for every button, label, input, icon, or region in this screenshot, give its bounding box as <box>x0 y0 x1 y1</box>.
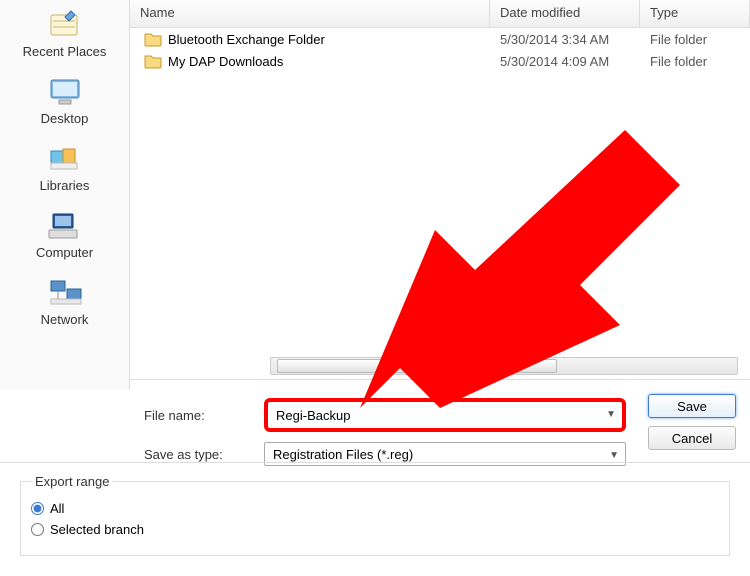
sidebar-item-network[interactable]: Network <box>0 274 129 327</box>
radio-selected-branch-label: Selected branch <box>50 522 144 537</box>
desktop-icon <box>45 73 85 109</box>
radio-all[interactable]: All <box>31 501 719 516</box>
file-name: Bluetooth Exchange Folder <box>168 32 325 47</box>
file-row[interactable]: My DAP Downloads 5/30/2014 4:09 AM File … <box>130 50 750 72</box>
computer-icon <box>45 207 85 243</box>
radio-selected-branch[interactable]: Selected branch <box>31 522 719 537</box>
save-as-type-label: Save as type: <box>144 447 264 462</box>
column-header-type[interactable]: Type <box>640 0 750 27</box>
file-row[interactable]: Bluetooth Exchange Folder 5/30/2014 3:34… <box>130 28 750 50</box>
column-header-date[interactable]: Date modified <box>490 0 640 27</box>
sidebar-item-computer[interactable]: Computer <box>0 207 129 260</box>
horizontal-scrollbar[interactable]: ⋮⋮⋮ <box>270 357 738 375</box>
libraries-icon <box>45 140 85 176</box>
file-name-value: Regi-Backup <box>276 408 350 423</box>
sidebar-item-label: Computer <box>36 245 93 260</box>
sidebar-item-label: Recent Places <box>23 44 107 59</box>
file-list-area: Name Date modified Type Bluetooth Exchan… <box>130 0 750 380</box>
file-name-input[interactable]: Regi-Backup ▼ <box>264 398 626 432</box>
file-date: 5/30/2014 3:34 AM <box>490 32 640 47</box>
file-name: My DAP Downloads <box>168 54 283 69</box>
scrollbar-thumb[interactable]: ⋮⋮⋮ <box>277 359 557 373</box>
radio-selected-branch-input[interactable] <box>31 523 44 536</box>
chevron-down-icon[interactable]: ▼ <box>609 450 619 461</box>
file-list-header: Name Date modified Type <box>130 0 750 28</box>
file-rows: Bluetooth Exchange Folder 5/30/2014 3:34… <box>130 28 750 72</box>
folder-icon <box>144 53 162 69</box>
scrollbar-grip-icon: ⋮⋮⋮ <box>414 364 441 375</box>
sidebar-item-desktop[interactable]: Desktop <box>0 73 129 126</box>
sidebar-item-libraries[interactable]: Libraries <box>0 140 129 193</box>
file-date: 5/30/2014 4:09 AM <box>490 54 640 69</box>
column-header-name[interactable]: Name <box>130 0 490 27</box>
sidebar-item-label: Desktop <box>41 111 89 126</box>
sidebar-item-label: Libraries <box>40 178 90 193</box>
file-type: File folder <box>640 32 750 47</box>
file-name-label: File name: <box>144 408 264 423</box>
network-icon <box>45 274 85 310</box>
folder-icon <box>144 31 162 47</box>
radio-all-label: All <box>50 501 64 516</box>
radio-all-input[interactable] <box>31 502 44 515</box>
chevron-down-icon[interactable]: ▼ <box>606 409 616 420</box>
sidebar-item-recent-places[interactable]: Recent Places <box>0 6 129 59</box>
file-type: File folder <box>640 54 750 69</box>
save-as-type-value: Registration Files (*.reg) <box>273 447 413 462</box>
sidebar-item-label: Network <box>41 312 89 327</box>
places-sidebar: Recent Places Desktop Libraries Computer… <box>0 0 130 390</box>
recent-places-icon <box>45 6 85 42</box>
save-button[interactable]: Save <box>648 394 736 418</box>
export-range-legend: Export range <box>31 474 113 489</box>
cancel-button[interactable]: Cancel <box>648 426 736 450</box>
export-range-group: Export range All Selected branch <box>0 466 750 576</box>
separator <box>0 462 750 463</box>
